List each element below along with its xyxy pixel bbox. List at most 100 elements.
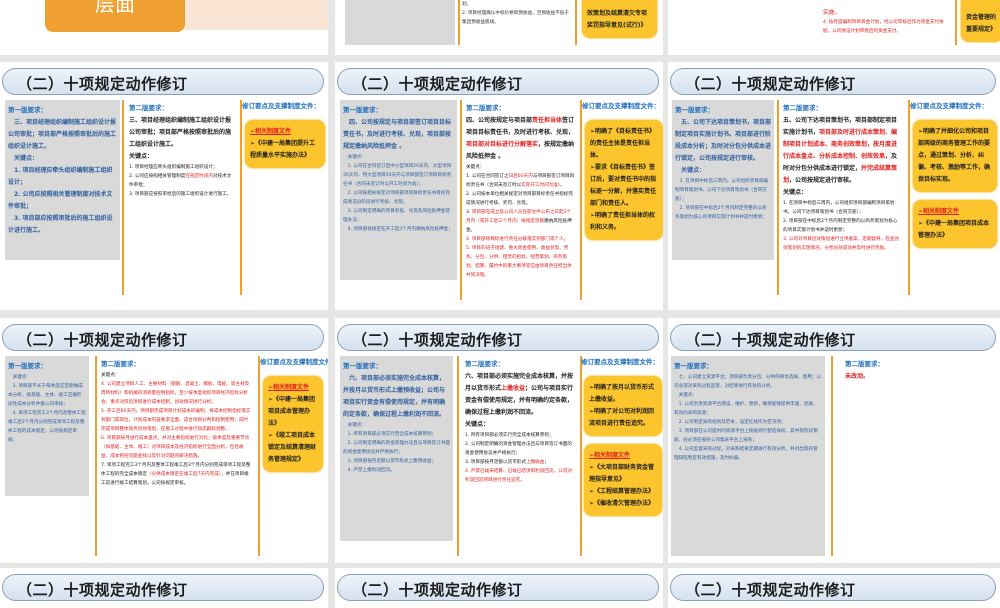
text-segment: 四、公司按规定与项目部 xyxy=(466,117,533,124)
second-version-paragraph: 未改动。 xyxy=(845,371,961,383)
first-version-paragraph: 五、公司下达项目策划书，项目部制定项目实施计划书。项目部进行阶段成本分析；及时对… xyxy=(675,119,772,162)
first-version-box: 第一版要求： 四、公司按规定与项目部签订项目目标责任书，及时进行考核、兑现，项目部… xyxy=(340,100,457,280)
revised-text: 4. 公司建立项目人工、主要材料（钢筋、混凝土、模板、电缆、等主材及周转材料）和… xyxy=(101,382,250,405)
revision-note-box: ➢明确了并细化公司和项目部两级的商务管理工作的要点，通过策划、分析、纠偏、考核、… xyxy=(913,120,997,192)
slide-header: （二）十项规定动作修订 xyxy=(670,68,996,95)
first-version-paragraph: 3. 项目部不长于每季度应定期做成本分析，按基础、主体、竣工应做阶段性成本分析并… xyxy=(8,384,83,407)
first-version-paragraph: 3. 项目部在公司提供的资源平台上按规则行使选择权，其中现阶段钢筋、砼必须在股份… xyxy=(674,429,818,443)
revision-notes-heading: 修订要点及支撑制度文件： xyxy=(582,102,660,110)
slide-top-left[interactable]: 层面 xyxy=(0,0,328,55)
second-version-heading: 第二版要求： xyxy=(129,104,168,112)
first-version-paragraph: 四、公司按规定与项目部签订项目目标责任书，及时进行考核、兑现，项目部按规定缴纳风… xyxy=(343,119,452,150)
related-documents-link[interactable]: ➢相关制度文件 xyxy=(250,126,320,138)
note-line: ➢《中建一局集团提升工程质量水平实施办法》 xyxy=(250,140,316,159)
slide-header: （二）十项规定动作修订 xyxy=(337,68,659,95)
text-segment: 关键点： xyxy=(466,165,485,170)
first-version-paragraph: 3. 项目部按月足额以货币形式上缴预收益； xyxy=(347,459,437,464)
related-documents-link[interactable]: ➢相关制度文件 xyxy=(918,206,992,218)
second-version-paragraph: 6. 项目部按月进行成本盘点，并对主要指标进行对比；按季度及重要节点（如基础、主… xyxy=(101,434,252,461)
revision-notes-column: 修订要点及支撑制度文件： ➢明确了按月以货币形式上缴收益。 ➢明确了对公司对利润回流… xyxy=(581,356,663,524)
text-segment: 3. 项目部按月足额以货币形式 xyxy=(465,460,526,465)
first-version-heading: 第一版要求： xyxy=(675,106,714,114)
first-version-paragraph: 3. 公司制定明确的项目考核、兑现及风险抵押金管理办法； xyxy=(343,209,450,223)
first-version-paragraph: 4. 公司监督采购过程，对采购结果定期进行有效分析，并对出现的管理缺陷制定有效措… xyxy=(674,447,818,461)
first-version-heading: 第一版要求： xyxy=(343,106,382,114)
slide-thumbnail[interactable]: （二）十项规定动作修订第一版要求： 四、公司按规定与项目部签订项目目标责任书，及时… xyxy=(335,62,663,310)
second-version-paragraph: 关键点： xyxy=(783,187,901,199)
slide-thumbnail[interactable]: （二）十项规定动作修订 第一版要求： 关键点： 3. 项目部不长于每季度应定期做成本分… xyxy=(0,318,328,563)
revised-text: 实际开工时间为准 xyxy=(521,183,558,188)
second-version-paragraph: 关键点： xyxy=(466,163,575,172)
slide-thumbnail[interactable]: （二）十项规定动作修订第一版要求： 五、公司下达项目策划书，项目部制定项目实施计划… xyxy=(668,62,1000,310)
slide-title: （二）十项规定动作修订 xyxy=(17,331,188,349)
slide-thumbnail[interactable]: （二）十项规定动作修订 xyxy=(668,568,1000,608)
first-version-paragraph: 1. 公司在合同签订后中小型项目20天内、大型项目35天内、特大型项目50天内与… xyxy=(343,164,452,187)
second-version-column: 第二版要求： 三、项目经理组织编制施工组织设计报公司审批；项目部严格按照审批后的施… xyxy=(127,100,237,201)
slide-title: （二）十项规定动作修订 xyxy=(17,75,188,93)
slide-header: （二）十项规定动作修订 xyxy=(2,574,324,601)
revision-note-box: ➢明确了《目标责任书》的责任主体是责任担当体。 ➢要求《目标责任书》签订后，要对责… xyxy=(585,120,663,240)
text-segment: 关键点： xyxy=(101,373,120,378)
revised-text: 责任担当体 xyxy=(532,117,563,124)
first-version-paragraph: 3. 项目部应按照审批后的施工组织设计进行施工。 xyxy=(8,215,113,234)
first-version-paragraph: 4. 项目部按规定在开工后3个月内缴纳风险抵押金； xyxy=(347,227,453,232)
first-version-paragraph: 三、项目经理组织编制施工组织设计报公司审批；项目部严格按照审批后的施工组织设计施… xyxy=(8,119,117,150)
slide-title: （二）十项规定动作修订 xyxy=(352,75,523,93)
second-version-paragraph: 五、公司下达项目策划书，项目部制定项目实施计划书，项目部及时进行成本策划、编制项… xyxy=(783,115,901,187)
text-segment: 2. 公司按本单位相关规定对项目部目标责任书指标完成情况进行考核、奖罚、兑现。 xyxy=(466,192,573,206)
second-version-paragraph: 4. 严禁已竣未结算、已竣已结项目利润回流，公司对利润回流项目进行责任追究。 xyxy=(465,467,576,485)
second-version-paragraph: 关键点： xyxy=(465,419,576,431)
slide-thumbnail[interactable]: （二）十项规定动作修订第一版要求： 三、项目经理组织编制施工组织设计报公司审批；项… xyxy=(0,62,328,310)
second-version-paragraph: 3. 公司对项目创效策划进行立项备案，定期督导，检查创效策划的实施情况，分析创效… xyxy=(783,235,901,253)
revision-notes-heading: 修订要点及支撑制度文件： xyxy=(910,102,988,110)
first-version-paragraph: 4. 严禁上缴利润回流。 xyxy=(347,468,395,473)
revision-note-box: ➢明确了按月以货币形式上缴收益。 ➢明确了对公司对利润回流项目进行责任追究。 xyxy=(584,376,662,436)
second-version-heading: 第二版要求： xyxy=(783,104,822,112)
first-version-heading: 第一版要求： xyxy=(674,362,713,370)
revised-text: 5. 项目的班子组建、重大资金使用、收益兑现、劳务、分包、分供、租赁的招标、经营… xyxy=(466,246,572,278)
slide-top-right[interactable]: 实施。 4. 按月度编制项目资金计划，经公司审核后作为资金支付依据，公司保证计划… xyxy=(668,0,1000,55)
first-version-box: 第一版要求： 六、项目部必须实施完全成本核算，并按月以货币形式上缴预收益；公司与项… xyxy=(340,356,453,541)
text-segment: 2. 公司制定明确的资金管理办法且与项目签订书面的资金使用协议并严格执行； xyxy=(465,442,572,456)
column-divider xyxy=(777,100,779,295)
column-divider xyxy=(95,356,97,556)
related-documents-link[interactable]: ➢相关制度文件 xyxy=(268,382,318,394)
revision-notes-heading: 修订要点及支撑制度文件： xyxy=(242,102,320,110)
slide-header: （二）十项规定动作修订 xyxy=(670,324,996,351)
text-segment: 关键点： xyxy=(783,189,808,196)
first-version-paragraph: 七、公司建立资源平台；项目部负责分包、分供的择优选择、使用；公司总部对采购过程监… xyxy=(674,375,822,389)
slide-thumbnail[interactable]: （二）十项规定动作修订 xyxy=(335,568,663,608)
text-segment: ）。 xyxy=(557,183,565,188)
revised-text: （分供成本锁定在竣工后7天内完成） xyxy=(146,472,222,477)
note-line: ➢《催收清欠管理办法》 xyxy=(589,500,655,507)
second-version-text: 实施。 4. 按月度编制项目资金计划，经公司审核后作为资金支付依据，公司保证计划… xyxy=(823,10,944,34)
related-documents-link[interactable]: ➢相关制度文件 xyxy=(589,450,657,462)
second-version-paragraph: 1. 所有项目部必须实行完全成本核算原则； xyxy=(465,431,576,440)
text-segment: 1. 项目经理应牵头组织编制施工组织设计； xyxy=(129,165,218,170)
first-version-box: 第一版要求： 三、项目经理组织编制施工组织设计报公司审批；项目部严格按照审批后的施… xyxy=(5,100,120,260)
slide-top-middle[interactable]: 划。 2. 项目经理确认中标价格和预收益，且预收益不低于集团预收益底线。 效策划… xyxy=(335,0,663,55)
note-line: ➢《大项目部财务资金管理指导意见》 xyxy=(589,464,655,483)
revision-notes-heading: 修订要点及支撑制度文件： xyxy=(260,358,328,366)
first-version-paragraph: 1. 项目经理应牵头组织编制施工组织设计； xyxy=(8,167,113,186)
first-version-paragraph: 1. 公司负责资源平台建设、维护、更新，确保能够提供丰富、优质、有效的采购资源； xyxy=(674,402,818,416)
slide-thumbnail[interactable]: （二）十项规定动作修订第一版要求： 七、公司建立资源平台；项目部负责分包、分供的择… xyxy=(668,318,1000,563)
first-version-paragraph: 六、项目部必须实施完全成本核算，并按月以货币形式上缴预收益；公司与项目实行资金有… xyxy=(343,375,446,418)
note-line: ➢《工程结算管理办法》 xyxy=(589,488,655,495)
slide-header: （二）十项规定动作修订 xyxy=(670,574,996,601)
text-segment: 3. 项目部应按照审批后的施工组织设计进行施工。 xyxy=(129,192,232,197)
second-version-paragraph: 1. 在项目中标后三周内，公司组织项目部编制项目策划书，公司下达项目策划书（合同… xyxy=(783,199,901,217)
note-line: ➢《竣工项目成本锁定及结算清理财务管理规定》 xyxy=(268,432,317,463)
second-version-text: 划。 2. 项目经理确认中标价格和预收益，且预收益不低于集团预收益底线。 xyxy=(462,2,569,25)
text-segment: ； xyxy=(544,460,549,465)
slide-header: （二）十项规定动作修订 xyxy=(337,574,659,601)
revised-text: 5. 开工后60天内，项目部完成项目计划成本的编制，将成本控制指标落实到部门或岗… xyxy=(101,409,251,432)
first-version-paragraph: 关键点： xyxy=(14,155,39,162)
second-version-column: 第二版要求： 未改动。 xyxy=(843,356,963,385)
slide-thumbnail[interactable]: （二）十项规定动作修订 xyxy=(0,568,328,608)
slide-header: （二）十项规定动作修订 xyxy=(2,68,324,95)
slide-thumbnail[interactable]: （二）十项规定动作修订 第一版要求： 六、项目部必须实施完全成本核算，并按月以货币形… xyxy=(335,318,663,563)
divider xyxy=(575,0,577,45)
second-version-paragraph: 2. 公司制定明确的资金管理办法且与项目签订书面的资金使用协议并严格执行； xyxy=(465,440,576,458)
second-version-paragraph: 1. 项目经理应牵头组织编制施工组织设计； xyxy=(129,163,235,172)
